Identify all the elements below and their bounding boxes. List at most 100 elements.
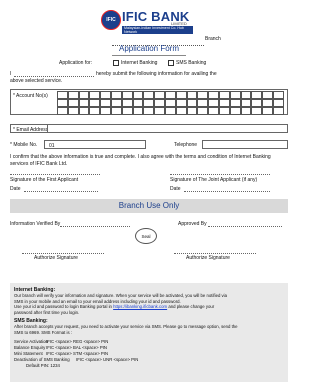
account-digit-cell[interactable]	[240, 91, 252, 99]
approved-by-field[interactable]	[208, 221, 282, 227]
declaration-text: I confirm that the above information is …	[10, 154, 271, 167]
account-digit-cell[interactable]	[251, 99, 263, 107]
sms-banking-checkbox[interactable]	[168, 60, 174, 66]
mobile-label: * Mobile No.	[10, 142, 38, 148]
account-digit-cell[interactable]	[132, 99, 144, 107]
account-digit-cell[interactable]	[262, 107, 273, 115]
authorize-signature-right-line[interactable]	[174, 248, 256, 254]
account-digit-cell[interactable]	[218, 99, 230, 107]
account-digit-cell[interactable]	[218, 91, 230, 99]
account-digit-cell[interactable]	[251, 107, 263, 115]
account-digit-cell[interactable]	[164, 107, 176, 115]
intro-prefix: I	[10, 71, 12, 77]
account-digit-cell[interactable]	[272, 91, 284, 99]
account-digit-cell[interactable]	[154, 91, 165, 99]
authorize-signature-left-label: Authorize Signature	[34, 255, 78, 261]
account-digit-cell[interactable]	[67, 107, 79, 115]
account-digit-cell[interactable]	[164, 91, 176, 99]
account-digit-cell[interactable]	[272, 99, 284, 107]
instructions-box: Internet Banking: Our branch will verify…	[10, 283, 288, 382]
application-for-label: Application for:	[59, 60, 93, 66]
account-digit-cell[interactable]	[67, 91, 79, 99]
account-digit-cell[interactable]	[121, 99, 133, 107]
account-digit-cell[interactable]	[229, 91, 241, 99]
account-digit-cell[interactable]	[175, 91, 187, 99]
account-number-grid[interactable]	[57, 91, 284, 115]
account-digit-cell[interactable]	[218, 107, 230, 115]
account-digit-cell[interactable]	[143, 99, 155, 107]
account-digit-cell[interactable]	[229, 99, 241, 107]
joint-applicant-signature-label: Signature of The Joint Applicant (if any…	[170, 177, 258, 183]
account-digit-cell[interactable]	[89, 91, 101, 99]
default-pin: Default PIN: 1234	[26, 363, 60, 368]
account-digit-cell[interactable]	[164, 99, 176, 107]
account-digit-cell[interactable]	[100, 107, 111, 115]
sms-banking-option: SMS Banking	[176, 60, 207, 66]
account-digit-cell[interactable]	[186, 91, 198, 99]
account-digit-cell[interactable]	[197, 99, 209, 107]
joint-applicant-date-field[interactable]	[184, 186, 270, 192]
internet-text-1: Our branch will verify your information …	[14, 293, 228, 298]
account-digit-cell[interactable]	[100, 99, 111, 107]
account-digit-cell[interactable]	[57, 91, 68, 99]
account-digit-cell[interactable]	[121, 107, 133, 115]
account-digit-cell[interactable]	[208, 91, 219, 99]
account-digit-cell[interactable]	[272, 107, 284, 115]
first-applicant-signature-line[interactable]	[10, 169, 100, 175]
account-digit-cell[interactable]	[132, 107, 144, 115]
account-digit-cell[interactable]	[89, 107, 101, 115]
account-digit-cell[interactable]	[175, 99, 187, 107]
account-digit-cell[interactable]	[121, 91, 133, 99]
account-digit-cell[interactable]	[78, 99, 90, 107]
account-digit-cell[interactable]	[197, 91, 209, 99]
verified-by-field[interactable]	[60, 221, 130, 227]
email-field[interactable]	[47, 125, 288, 133]
account-digit-cell[interactable]	[186, 107, 198, 115]
internet-text-line3: Use your id and password to login Bankin…	[14, 304, 227, 310]
account-digit-cell[interactable]	[197, 107, 209, 115]
account-digit-cell[interactable]	[186, 99, 198, 107]
sms-command-list: Service ActivationIFIC <space> REG <spac…	[14, 339, 138, 369]
account-digit-cell[interactable]	[89, 99, 101, 107]
sms-banking-instructions: After branch accepts your request, you n…	[14, 324, 238, 335]
first-applicant-signature-label: Signature of the First Applicant	[10, 177, 79, 183]
account-digit-cell[interactable]	[100, 91, 111, 99]
account-digit-cell[interactable]	[154, 107, 165, 115]
account-number-box: * Account No(s)	[10, 89, 288, 115]
account-digit-cell[interactable]	[143, 107, 155, 115]
joint-applicant-signature-line[interactable]	[170, 169, 270, 175]
account-digit-cell[interactable]	[154, 99, 165, 107]
account-digit-cell[interactable]	[262, 99, 273, 107]
account-digit-cell[interactable]	[208, 99, 219, 107]
ibanking-link[interactable]: https://ibanking.ificbank.com	[113, 304, 167, 309]
telephone-field[interactable]	[202, 140, 288, 149]
account-digit-cell[interactable]	[110, 91, 122, 99]
first-applicant-date-field[interactable]	[24, 186, 98, 192]
account-digit-cell[interactable]	[78, 91, 90, 99]
intro-text-line2: above selected service.	[10, 78, 63, 84]
account-digit-cell[interactable]	[143, 91, 155, 99]
mobile-field[interactable]: 01	[44, 140, 146, 149]
account-digit-cell[interactable]	[110, 107, 122, 115]
account-digit-cell[interactable]	[240, 99, 252, 107]
account-digit-cell[interactable]	[229, 107, 241, 115]
account-digit-cell[interactable]	[208, 107, 219, 115]
joint-applicant-date-label: Date	[170, 186, 181, 192]
applicant-name-field[interactable]	[14, 71, 94, 77]
account-digit-cell[interactable]	[240, 107, 252, 115]
first-applicant-date-label: Date	[10, 186, 21, 192]
internet-banking-instructions: Our branch will verify your information …	[14, 293, 227, 315]
account-digit-cell[interactable]	[132, 91, 144, 99]
account-digit-cell[interactable]	[251, 91, 263, 99]
account-digit-cell[interactable]	[110, 99, 122, 107]
account-digit-cell[interactable]	[57, 107, 68, 115]
internet-banking-checkbox[interactable]	[113, 60, 119, 66]
authorize-signature-left-line[interactable]	[22, 248, 104, 254]
logo-badge-icon: IFIC	[101, 10, 121, 30]
account-digit-cell[interactable]	[175, 107, 187, 115]
account-digit-cell[interactable]	[78, 107, 90, 115]
account-digit-cell[interactable]	[262, 91, 273, 99]
account-digit-cell[interactable]	[67, 99, 79, 107]
account-digit-cell[interactable]	[57, 99, 68, 107]
logo-tagline: Malaysian-Indian Investment Co. Hub Netw…	[122, 26, 193, 34]
